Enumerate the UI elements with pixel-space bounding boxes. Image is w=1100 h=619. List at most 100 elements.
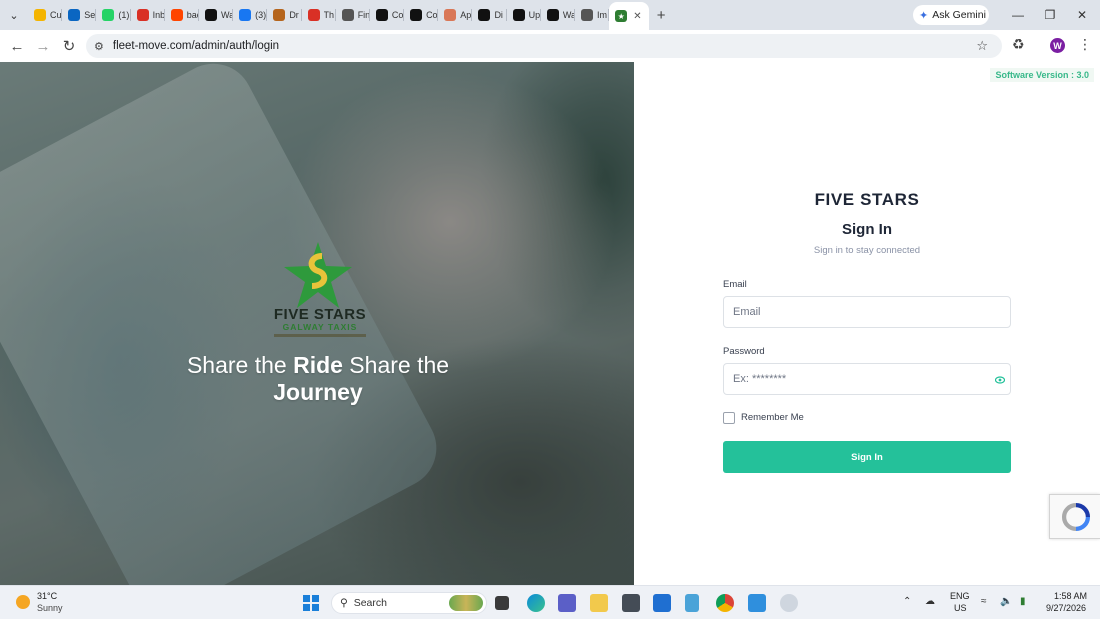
logo-underline [274, 334, 366, 337]
tab-title: Im [597, 10, 607, 20]
extensions-puzzle-icon[interactable]: ♻ [1012, 36, 1025, 53]
remember-me-checkbox[interactable] [723, 412, 735, 424]
show-password-eye-icon[interactable] [995, 376, 1005, 384]
perplexity-icon [478, 9, 491, 21]
forward-arrow-icon[interactable]: → [30, 33, 56, 59]
recaptcha-badge[interactable] [1049, 494, 1100, 539]
sign-in-button[interactable]: Sign In [723, 441, 1011, 473]
onedrive-cloud-icon[interactable]: ☁ [925, 596, 935, 607]
volume-icon[interactable]: 🔈 [1000, 596, 1012, 607]
browser-toolbar: ← → ↻ ⚙ fleet-move.com/admin/auth/login … [0, 30, 1100, 62]
taskbar-search-box[interactable]: ⚲ Search [331, 592, 487, 614]
bookmark-star-icon[interactable]: ☆ [976, 38, 988, 54]
tab-title: Th [323, 10, 335, 20]
browser-tab[interactable]: Di [472, 3, 507, 27]
close-tab-icon[interactable]: ✕ [633, 11, 641, 22]
browser-menu-icon[interactable]: ⋮ [1078, 36, 1092, 53]
teams-icon[interactable] [558, 594, 576, 612]
logo-brand-name: FIVE STARS [273, 306, 367, 323]
tab-search-chevron-icon[interactable]: ⌄ [0, 0, 28, 30]
tab-list: Cu Sea (1) Inb bac Wa (3) Dr Th Fin Co Co Ap Di Up Wa Im [28, 0, 610, 30]
tab-title: Inb [152, 10, 165, 20]
browser-tab[interactable]: (3) [233, 3, 268, 27]
notepad-icon[interactable] [685, 594, 699, 612]
ask-gemini-button[interactable]: ✦ Ask Gemini [913, 5, 989, 25]
email-label: Email [723, 279, 747, 290]
browser-tab[interactable]: Up [507, 3, 542, 27]
browser-tab[interactable]: Inb [131, 3, 165, 27]
edge-browser-icon[interactable] [527, 594, 545, 612]
windows-start-icon[interactable] [303, 595, 319, 611]
upwork-icon [512, 9, 525, 21]
weather-temperature[interactable]: 31°C [37, 591, 57, 601]
restore-window-icon[interactable]: ❐ [1034, 0, 1066, 30]
clock-time[interactable]: 1:58 AM [1054, 591, 1087, 601]
browser-tab[interactable]: Th [302, 3, 336, 27]
tab-title: Fin [357, 10, 370, 20]
tab-active[interactable]: ★ ✕ [609, 2, 650, 30]
gmail-icon [136, 9, 149, 21]
weather-sun-icon[interactable] [16, 595, 30, 609]
windows-taskbar: 31°C Sunny ⚲ Search ⌃ ☁ ENG US ≈ 🔈 ▮ 1:5… [0, 585, 1100, 619]
logo-brand-subtitle: GALWAY TAXIS [282, 322, 358, 332]
linkedin-icon [68, 9, 81, 21]
task-view-icon[interactable] [495, 596, 509, 610]
show-hidden-icons-chevron-icon[interactable]: ⌃ [903, 596, 911, 607]
tab-title: (1) [118, 10, 130, 20]
browser-tab[interactable]: Co [370, 3, 405, 27]
browser-tab[interactable]: Co [404, 3, 439, 27]
file-explorer-icon[interactable] [590, 594, 608, 612]
language-indicator[interactable]: ENG [950, 591, 970, 601]
perplexity-icon [410, 9, 423, 21]
browser-tab[interactable]: (1) [96, 3, 131, 27]
tab-title: Cu [50, 10, 62, 20]
new-tab-button[interactable]: + [649, 7, 673, 24]
search-icon: ⚲ [340, 597, 348, 609]
clock-date[interactable]: 9/27/2026 [1046, 603, 1086, 613]
cube-app-icon[interactable] [622, 594, 640, 612]
openai-icon [581, 9, 593, 21]
site-info-icon[interactable]: ⚙ [94, 40, 104, 53]
browser-tab[interactable]: Wa [541, 3, 576, 27]
chrome-browser-icon[interactable] [716, 594, 734, 612]
tab-title: Co [426, 10, 438, 20]
close-window-icon[interactable]: ✕ [1066, 0, 1098, 30]
whatsapp-icon [102, 9, 115, 21]
ask-gemini-label: Ask Gemini [932, 9, 986, 21]
google-drive-icon [34, 9, 46, 21]
password-label: Password [723, 346, 765, 357]
tab-title: Up [528, 10, 541, 20]
github-icon [546, 9, 559, 21]
sign-in-subtitle: Sign in to stay connected [813, 245, 921, 256]
browser-tab[interactable]: Wa [199, 3, 234, 27]
password-field[interactable] [723, 363, 1011, 395]
microsoft-store-icon[interactable] [653, 594, 671, 612]
browser-tab[interactable]: Dr [267, 3, 302, 27]
wifi-icon[interactable]: ≈ [981, 596, 987, 607]
remember-me-label[interactable]: Remember Me [741, 412, 804, 423]
browser-tab[interactable]: Cu [28, 3, 63, 27]
url-text: fleet-move.com/admin/auth/login [112, 40, 280, 52]
profile-avatar[interactable]: W [1050, 38, 1065, 53]
hero-tagline: Share the Ride Share the Journey [160, 352, 476, 406]
browser-tab[interactable]: bac [165, 3, 200, 27]
snipping-tool-icon[interactable] [780, 594, 798, 612]
gemini-sparkle-icon: ✦ [919, 9, 929, 22]
recaptcha-icon [1061, 502, 1091, 532]
address-bar[interactable]: ⚙ fleet-move.com/admin/auth/login ☆ [86, 34, 1002, 58]
email-field[interactable] [723, 296, 1011, 328]
tagline-bold-2: Journey [273, 379, 363, 405]
browser-tab[interactable]: Im [575, 3, 610, 27]
minimize-window-icon[interactable]: — [1002, 0, 1034, 30]
reload-icon[interactable]: ↻ [56, 33, 82, 59]
weather-condition[interactable]: Sunny [37, 603, 63, 613]
browser-tab[interactable]: Ap [438, 3, 473, 27]
language-region[interactable]: US [954, 603, 967, 613]
browser-tab[interactable]: Fin [336, 3, 371, 27]
browser-tab[interactable]: Sea [62, 3, 97, 27]
back-arrow-icon[interactable]: ← [4, 33, 30, 59]
tab-title: (3) [255, 10, 267, 20]
vscode-icon[interactable] [748, 594, 766, 612]
tab-title: bac [186, 10, 199, 20]
battery-icon[interactable]: ▮ [1020, 596, 1026, 607]
